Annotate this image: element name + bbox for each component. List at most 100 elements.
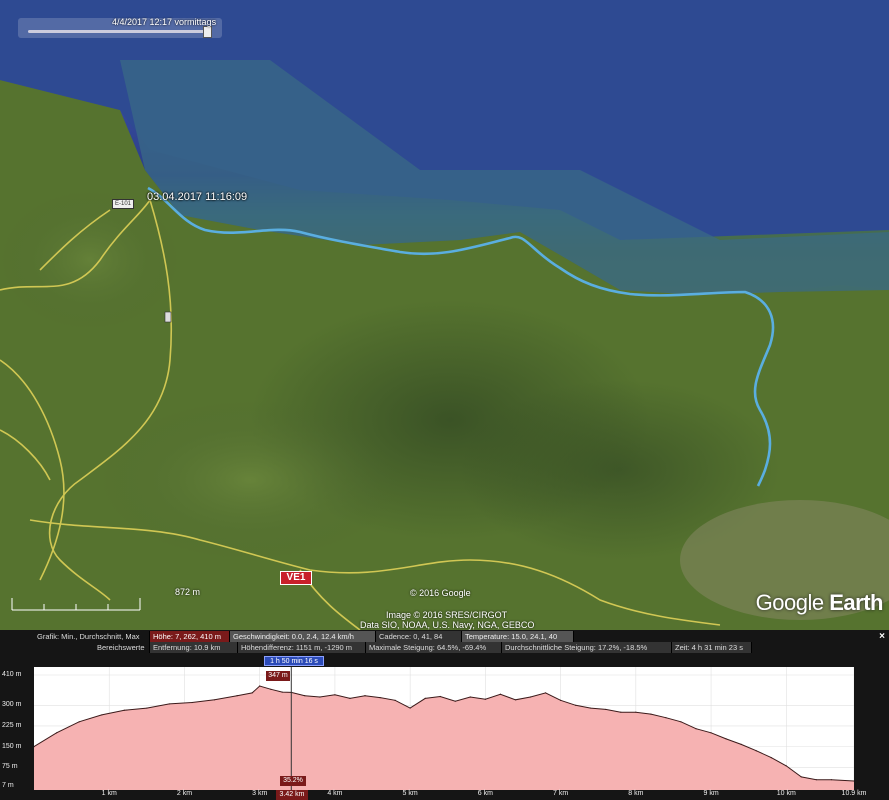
elevation-point bbox=[650, 713, 652, 715]
stat-temperature[interactable]: Temperature: 15.0, 24.1, 40 bbox=[462, 631, 574, 642]
y-tick-label: 410 m bbox=[2, 671, 22, 678]
elevation-point bbox=[251, 692, 253, 694]
time-slider-thumb[interactable] bbox=[203, 26, 212, 38]
y-tick-label: 300 m bbox=[2, 701, 22, 709]
x-tick-label: 4 km bbox=[327, 790, 343, 797]
elevation-point bbox=[55, 732, 58, 734]
stat-hoehe[interactable]: Höhe: 7, 262, 410 m bbox=[150, 631, 230, 642]
elevation-point bbox=[439, 695, 441, 698]
elevation-point bbox=[484, 698, 486, 700]
range-avg-slope: Durchschnittliche Steigung: 17.2%, -18.5… bbox=[502, 642, 672, 653]
elevation-point bbox=[710, 732, 712, 734]
x-tick-label: 5 km bbox=[402, 790, 418, 797]
x-tick-label: 3 km bbox=[252, 790, 268, 797]
elevation-point bbox=[665, 717, 667, 719]
x-tick-label: 6 km bbox=[477, 790, 493, 797]
credit-image: Image © 2016 SRES/CIRGOT bbox=[386, 610, 508, 620]
google-earth-logo: Google Earth bbox=[755, 590, 884, 616]
y-tick-label: 225 m bbox=[2, 721, 22, 729]
range-header: Bereichswerte bbox=[94, 642, 150, 653]
elevation-point bbox=[304, 695, 306, 697]
elevation-point bbox=[78, 721, 80, 723]
map-view[interactable]: 4/4/2017 12:17 vormittags 03.04.2017 11:… bbox=[0, 0, 889, 630]
y-tick-label: 150 m bbox=[2, 742, 22, 750]
x-tick-label: 8 km bbox=[628, 790, 644, 797]
credit-copyright: © 2016 Google bbox=[410, 588, 471, 598]
elevation-point bbox=[499, 693, 502, 695]
range-height-diff: Höhendifferenz: 1151 m, -1290 m bbox=[238, 642, 366, 653]
elevation-point bbox=[364, 695, 366, 697]
track-timestamp: 03.04.2017 11:16:09 bbox=[147, 191, 248, 203]
elevation-point bbox=[319, 696, 321, 698]
stats-header: Grafik: Min., Durchschnitt, Max bbox=[34, 631, 150, 642]
elevation-point bbox=[529, 696, 532, 698]
range-max-slope: Maximale Steigung: 64.5%, -69.4% bbox=[366, 642, 502, 653]
elevation-point bbox=[785, 765, 787, 767]
cursor-time-label: 1 h 50 min 16 s bbox=[264, 656, 324, 666]
x-tick-label: 7 km bbox=[553, 790, 569, 797]
elevation-point bbox=[469, 696, 471, 698]
x-tick-label: 10 km bbox=[776, 790, 796, 797]
elevation-point bbox=[454, 700, 456, 702]
stat-cadence[interactable]: Cadence: 0, 41, 84 bbox=[376, 631, 462, 642]
elevation-point bbox=[213, 699, 216, 701]
cursor-altitude-label: 347 m bbox=[266, 671, 290, 681]
close-icon[interactable]: × bbox=[879, 631, 885, 642]
scale-label: 872 m bbox=[175, 587, 201, 597]
elevation-point bbox=[123, 709, 125, 711]
elevation-point bbox=[695, 728, 697, 730]
elevation-point bbox=[800, 776, 802, 778]
stats-row-graph: Grafik: Min., Durchschnitt, Max Höhe: 7,… bbox=[0, 631, 870, 642]
elevation-point bbox=[544, 692, 547, 694]
elevation-point bbox=[590, 707, 592, 709]
elevation-point bbox=[409, 707, 411, 709]
elevation-point bbox=[101, 714, 103, 716]
elevation-point bbox=[770, 757, 772, 759]
placemark-icon[interactable] bbox=[164, 311, 172, 323]
elevation-point bbox=[755, 750, 757, 752]
y-tick-label: 7 m bbox=[2, 782, 14, 789]
stats-row-range: Bereichswerte Entfernung: 10.9 km Höhend… bbox=[0, 642, 889, 653]
elevation-point bbox=[815, 779, 817, 781]
range-time: Zeit: 4 h 31 min 23 s bbox=[672, 642, 752, 653]
elevation-point bbox=[424, 697, 426, 700]
logo-earth: Earth bbox=[829, 590, 883, 615]
elevation-point bbox=[146, 707, 148, 709]
credit-data: Data SIO, NOAA, U.S. Navy, NGA, GEBCO bbox=[360, 620, 535, 630]
stat-speed[interactable]: Geschwindigkeit: 0.0, 2.4, 12.4 km/h bbox=[230, 631, 376, 642]
elevation-point bbox=[236, 695, 238, 697]
elevation-point bbox=[830, 779, 833, 781]
elevation-chart-svg[interactable] bbox=[33, 667, 855, 790]
x-tick-label: 2 km bbox=[176, 790, 193, 797]
elevation-point bbox=[680, 721, 682, 723]
time-slider-track[interactable] bbox=[28, 30, 212, 33]
time-slider-label: 4/4/2017 12:17 vormittags bbox=[112, 17, 217, 27]
elevation-point bbox=[575, 704, 577, 706]
elevation-point bbox=[281, 691, 283, 693]
elevation-point bbox=[560, 699, 562, 701]
cursor-distance-label: 3.42 km bbox=[276, 790, 308, 800]
elevation-point bbox=[725, 738, 727, 740]
elevation-point bbox=[379, 696, 381, 699]
terrain-imagery bbox=[0, 0, 889, 630]
elevation-point bbox=[635, 711, 637, 713]
elevation-point bbox=[514, 699, 517, 701]
elevation-point bbox=[168, 703, 171, 705]
elevation-point bbox=[605, 708, 607, 711]
elevation-point bbox=[349, 697, 351, 700]
elevation-area bbox=[34, 686, 854, 790]
y-tick-label: 75 m bbox=[2, 763, 18, 771]
x-tick-label: 1 km bbox=[101, 790, 117, 797]
road-badge-small: E-101 bbox=[112, 199, 134, 209]
range-distance: Entfernung: 10.9 km bbox=[150, 642, 238, 653]
x-tick-label: 9 km bbox=[703, 790, 719, 797]
road-badge: VE1 bbox=[280, 571, 312, 585]
elevation-point bbox=[394, 699, 396, 701]
elevation-point bbox=[259, 685, 261, 687]
x-tick-label: 10.9 km bbox=[841, 790, 867, 797]
elevation-point bbox=[620, 711, 622, 713]
cursor-grade-label: 35.2% bbox=[280, 776, 306, 786]
elevation-chart[interactable] bbox=[33, 667, 855, 790]
elevation-point bbox=[334, 694, 336, 696]
logo-google: Google bbox=[755, 590, 824, 615]
